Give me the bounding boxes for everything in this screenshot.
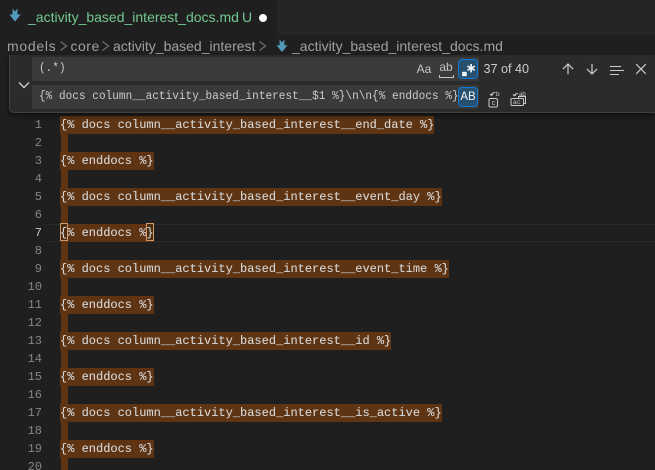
svg-text:ac: ac (513, 99, 521, 106)
svg-text:b: b (496, 91, 500, 98)
svg-text:c: c (492, 100, 496, 108)
